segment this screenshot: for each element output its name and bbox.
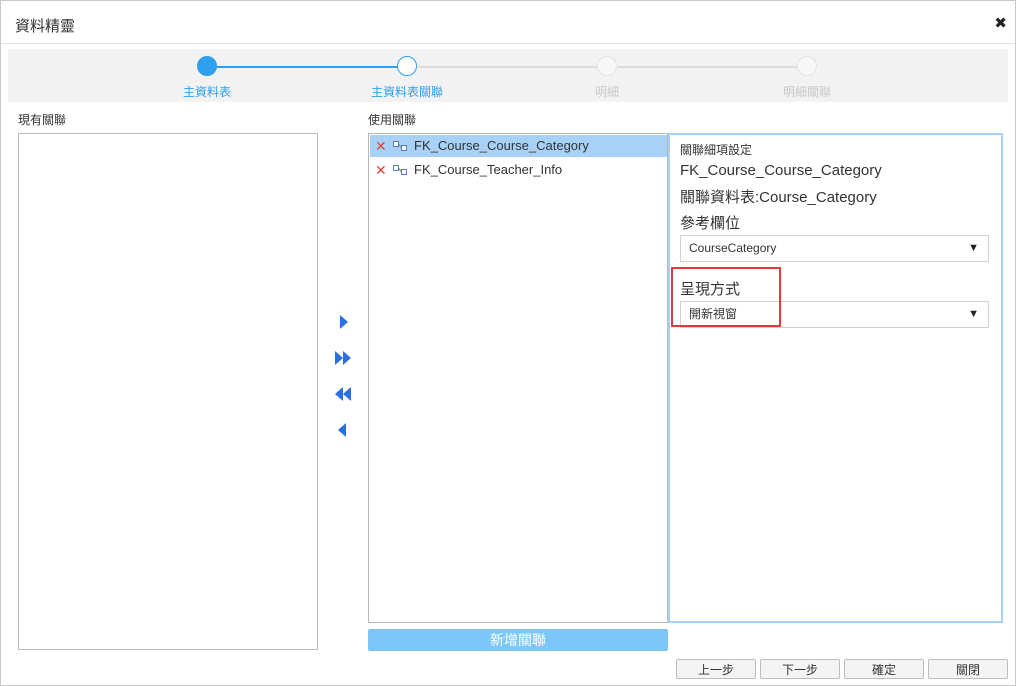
step-dot-main-table-relations[interactable] xyxy=(397,56,417,76)
confirm-button[interactable]: 確定 xyxy=(844,659,924,679)
step-connector xyxy=(618,66,808,68)
display-mode-value: 開新視窗 xyxy=(689,307,738,321)
wizard-stepper: 主資料表 主資料表關聯 明細 明細關聯 xyxy=(8,49,1008,102)
step-label-detail-relations: 明細關聯 xyxy=(782,85,831,99)
step-connector xyxy=(418,66,608,68)
data-wizard-dialog: 資料精靈 ✖ 主資料表 主資料表關聯 明細 明細關聯 現有關聯 使用關聯 ✕ F… xyxy=(0,0,1016,686)
step-label-detail: 明細 xyxy=(594,85,619,99)
move-all-left-icon[interactable] xyxy=(332,383,354,405)
step-dot-detail-relations[interactable] xyxy=(797,56,817,76)
available-relations-list[interactable] xyxy=(18,133,318,650)
previous-button[interactable]: 上一步 xyxy=(676,659,756,679)
move-all-right-icon[interactable] xyxy=(332,347,354,369)
step-label-main-table: 主資料表 xyxy=(182,85,231,99)
display-mode-select[interactable]: 開新視窗 ▼ xyxy=(680,301,989,328)
detail-relation-name: FK_Course_Course_Category xyxy=(680,162,882,179)
step-dot-detail[interactable] xyxy=(597,56,617,76)
next-button[interactable]: 下一步 xyxy=(760,659,840,679)
relation-detail-panel: 關聯細項設定 FK_Course_Course_Category 關聯資料表:C… xyxy=(668,133,1003,623)
dropdown-arrow-icon: ▼ xyxy=(968,308,979,320)
delete-icon[interactable]: ✕ xyxy=(375,135,387,157)
step-label-main-table-relations: 主資料表關聯 xyxy=(370,85,443,99)
reference-field-value: CourseCategory xyxy=(689,241,777,255)
used-relations-label: 使用關聯 xyxy=(368,113,417,127)
used-relations-list: ✕ FK_Course_Course_Category ✕ FK_Course_… xyxy=(368,133,668,623)
dialog-title: 資料精靈 xyxy=(15,18,76,35)
reference-field-label: 參考欄位 xyxy=(680,215,741,232)
display-mode-label: 呈現方式 xyxy=(680,281,741,298)
relation-name: FK_Course_Teacher_Info xyxy=(414,162,563,177)
step-connector xyxy=(208,66,408,68)
add-relation-button[interactable]: 新增關聯 xyxy=(368,629,668,651)
close-icon[interactable]: ✖ xyxy=(994,14,1007,32)
list-item[interactable]: ✕ FK_Course_Teacher_Info xyxy=(370,159,667,181)
move-left-icon[interactable] xyxy=(332,419,354,441)
list-item[interactable]: ✕ FK_Course_Course_Category xyxy=(370,135,667,157)
close-button[interactable]: 關閉 xyxy=(928,659,1008,679)
relation-icon xyxy=(393,141,407,151)
delete-icon[interactable]: ✕ xyxy=(375,159,387,181)
dropdown-arrow-icon: ▼ xyxy=(968,242,979,254)
relation-name: FK_Course_Course_Category xyxy=(414,138,589,153)
relation-icon xyxy=(393,165,407,175)
move-right-icon[interactable] xyxy=(332,311,354,333)
step-dot-main-table[interactable] xyxy=(197,56,217,76)
available-relations-label: 現有關聯 xyxy=(18,113,67,127)
reference-field-select[interactable]: CourseCategory ▼ xyxy=(680,235,989,262)
detail-heading: 關聯細項設定 xyxy=(680,143,753,157)
detail-related-table: 關聯資料表:Course_Category xyxy=(680,189,877,206)
title-bar: 資料精靈 ✖ xyxy=(1,1,1015,44)
